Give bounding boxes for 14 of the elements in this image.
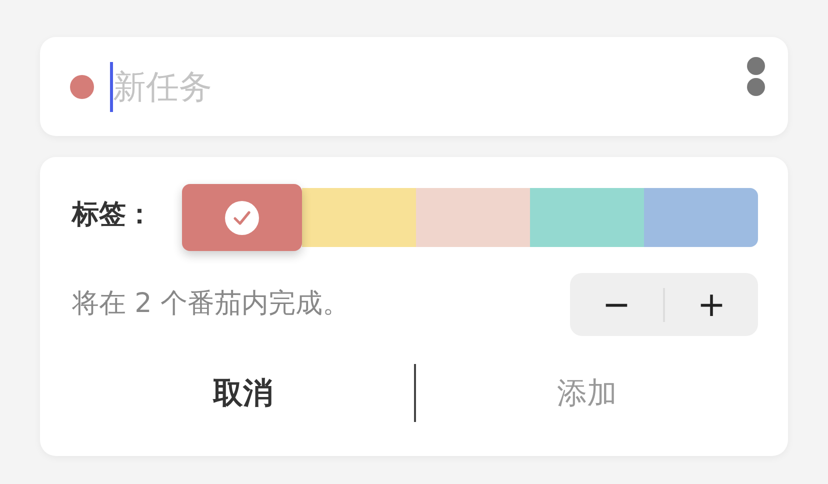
tag-color-swatch[interactable] bbox=[416, 188, 530, 247]
task-input-field[interactable]: 新任务 bbox=[113, 62, 413, 112]
tag-color-swatch[interactable] bbox=[644, 188, 758, 247]
minus-button[interactable]: − bbox=[570, 288, 663, 322]
action-button[interactable]: 取消 bbox=[201, 366, 285, 420]
tag-color-swatch[interactable] bbox=[530, 188, 644, 247]
plus-button[interactable]: + bbox=[665, 288, 758, 322]
text-cursor bbox=[110, 62, 113, 112]
check-icon bbox=[224, 200, 259, 234]
tag-color-swatch[interactable] bbox=[182, 184, 302, 251]
tag-label: 标签： bbox=[72, 198, 154, 232]
more-icon[interactable] bbox=[746, 57, 766, 97]
tag-color-swatch[interactable] bbox=[302, 188, 416, 247]
estimate-text: 将在 2 个番茄内完成。 bbox=[72, 287, 350, 322]
